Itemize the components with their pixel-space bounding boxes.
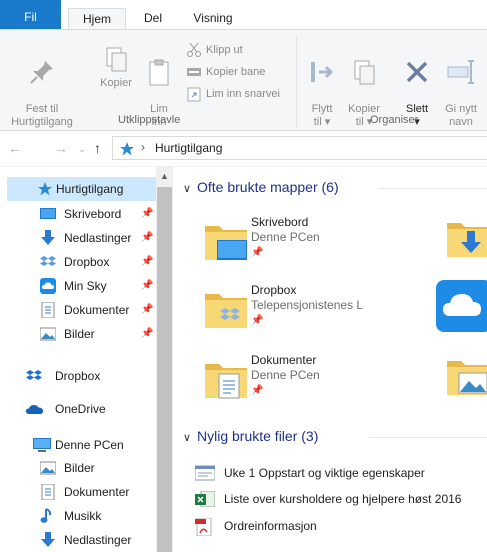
section-divider [378,188,487,189]
clipboard-icon [149,59,169,86]
navigation-pane: Hurtigtilgang Skrivebord 📌 Nedlastinger … [0,167,172,552]
download-arrow-icon [41,230,55,245]
delete-x-icon [406,61,428,83]
document-file-icon [195,465,215,481]
ribbon-separator [296,36,297,128]
dropbox-icon [26,370,42,380]
folder-tile[interactable]: Dropbox Telepensjonistenes L 📌 [203,282,403,344]
navigation-scrollbar[interactable]: ▲ [156,167,173,552]
pinned-icon: 📌 [141,256,154,267]
paste-shortcut-icon [187,87,201,102]
breadcrumb-separator: › [141,140,145,154]
recent-locations-chevron-icon[interactable]: ⌄ [78,144,86,155]
cut-button[interactable]: Klipp ut [186,40,243,60]
pinned-icon: 📌 [141,232,154,243]
nav-item-dropbox[interactable]: Dropbox [0,364,156,388]
download-arrow-icon [41,532,55,547]
scissors-icon [187,42,201,58]
section-divider [369,437,487,438]
content-pane: ∨ Ofte brukte mapper (6) Skrivebord Denne… [173,167,487,552]
nav-item-quick-access[interactable]: Hurtigtilgang [7,177,157,201]
folder-tile[interactable]: Skrivebord Denne PCen 📌 [203,214,403,276]
scrollbar-thumb[interactable] [157,187,172,552]
breadcrumb[interactable]: Hurtigtilgang [155,141,222,155]
move-to-button[interactable]: Flytt til ▾ [304,44,340,129]
dropbox-folder-icon [205,294,247,328]
forward-button[interactable]: → [54,140,68,156]
pin-to-quick-access-button[interactable]: Fest til Hurtigtilgang [4,44,80,129]
nav-item-min-sky[interactable]: Min Sky 📌 [0,274,156,298]
address-row: ← → ⌄ ↑ › Hurtigtilgang [0,131,487,167]
pictures-icon [40,327,56,341]
copy-to-icon [354,60,375,85]
documents-folder-icon [205,364,247,399]
clipboard-group-label: Utklippstavle [118,114,181,126]
copy-icon [106,47,127,72]
frequent-folders-header[interactable]: ∨ Ofte brukte mapper (6) [183,179,339,195]
nav-item-documents[interactable]: Dokumenter 📌 [0,298,156,322]
nav-item-downloads[interactable]: Nedlastinger 📌 [0,226,156,250]
pinned-icon: 📌 [251,315,264,326]
pdf-file-icon [195,518,212,536]
music-note-icon [40,508,52,523]
desktop-folder-icon [205,226,247,260]
move-to-icon [311,62,334,82]
min-sky-app-icon[interactable] [436,280,487,332]
back-button[interactable]: ← [8,140,22,156]
pictures-icon [40,461,56,475]
scroll-up-arrow-icon[interactable]: ▲ [160,171,169,181]
nav-item-pictures[interactable]: Bilder 📌 [0,322,156,346]
chevron-down-icon: ∨ [183,432,192,444]
tab-share[interactable]: Del [133,8,173,30]
tab-home[interactable]: Hjem [68,8,126,31]
excel-file-icon [195,491,215,507]
nav-item-dropbox-pinned[interactable]: Dropbox 📌 [0,250,156,274]
pinned-icon: 📌 [141,208,154,219]
nav-item-pc-downloads[interactable]: Nedlastinger [0,528,156,552]
organize-group-label: Organiser [370,114,419,126]
nav-item-desktop[interactable]: Skrivebord 📌 [0,202,156,226]
nav-item-pc-documents[interactable]: Dokumenter [0,480,156,504]
onedrive-cloud-icon [26,405,43,414]
pinned-icon: 📌 [141,328,154,339]
quick-access-star-icon [120,142,134,156]
quick-access-star-icon [38,182,52,196]
pinned-icon: 📌 [251,247,264,258]
ribbon-tabs: Fil Hjem Del Visning [0,0,487,31]
rename-button[interactable]: Gi nytt navn [440,44,482,129]
documents-icon [41,302,55,318]
pictures-folder-icon[interactable] [445,353,487,399]
copy-path-button[interactable]: Kopier bane [186,62,265,82]
folder-tile[interactable]: Dokumenter Denne PCen 📌 [203,352,403,414]
documents-icon [41,484,55,500]
tab-view[interactable]: Visning [183,8,243,30]
recent-files-header[interactable]: ∨ Nylig brukte filer (3) [183,428,318,444]
pinned-icon: 📌 [141,280,154,291]
copy-button[interactable]: Kopier [94,44,138,90]
nav-item-pc-pictures[interactable]: Bilder [0,456,156,480]
pinned-icon: 📌 [141,304,154,315]
address-bar[interactable]: › Hurtigtilgang [112,136,487,160]
desktop-icon [40,208,56,219]
cloud-app-icon [40,278,56,294]
copy-path-icon [187,68,201,77]
ribbon: Fest til Hurtigtilgang Kopier Lim inn Kl… [0,29,487,131]
nav-item-this-pc[interactable]: Denne PCen [0,433,156,457]
nav-item-music[interactable]: Musikk [0,504,156,528]
rename-icon [447,60,474,84]
computer-icon [33,438,51,452]
nav-item-onedrive[interactable]: OneDrive [0,397,156,421]
tab-file[interactable]: Fil [0,0,61,30]
dropbox-icon [40,256,56,266]
paste-shortcut-button[interactable]: Lim inn snarvei [186,84,280,104]
pinned-icon: 📌 [251,385,264,396]
downloads-folder-icon[interactable] [445,215,487,261]
chevron-down-icon: ∨ [183,183,192,195]
up-button[interactable]: ↑ [94,140,101,156]
pin-icon [30,61,53,84]
